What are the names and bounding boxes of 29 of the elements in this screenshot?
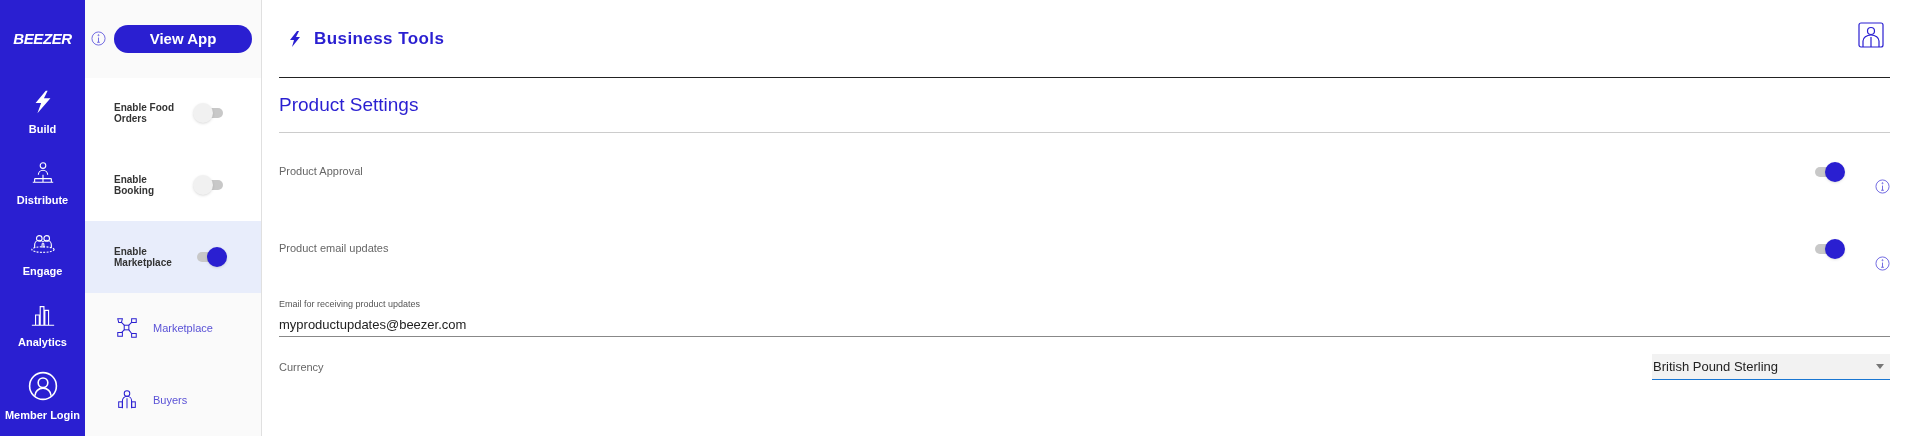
nav-label[interactable]: Build [28,121,57,138]
lightning-icon [289,30,301,47]
nav-label[interactable]: Member Login [4,407,81,424]
panel-row[interactable]: Enable Food Orders [85,77,261,150]
user-icon[interactable] [1858,21,1884,48]
nav-label[interactable]: Engage [22,263,63,280]
nav-label[interactable]: Analytics [18,334,67,351]
toggle-label: Enable Marketplace [114,245,173,268]
setting-label: Product email updates [279,241,390,257]
page-title: Business Tools [314,27,445,50]
panel-row[interactable]: Enable Booking [85,149,261,221]
panel-link[interactable]: Marketplace [153,320,213,337]
panel-row[interactable]: Enable Marketplace [85,221,261,293]
logo: BEEZER [13,28,72,49]
panel-link[interactable]: Buyers [153,391,188,409]
info-icon[interactable] [1875,256,1890,271]
currency-dropdown[interactable]: British Pound Sterling [1652,354,1890,380]
toggle-label: Enable Booking [114,174,155,197]
setting-label: Product Approval [279,164,364,180]
caret-icon [1876,364,1884,369]
info-icon[interactable] [91,31,106,47]
nav-label[interactable]: Distribute [16,192,69,209]
email-field[interactable]: Email for receiving product updates myproductupdates@beezer.com [279,287,1890,337]
toggle-label: Enable Food Orders [114,102,175,125]
network-icon[interactable] [115,316,139,341]
setting-label: Currency [279,359,325,375]
section-title: Product Settings [279,78,1890,133]
view-app-button[interactable]: View App [114,24,252,53]
info-icon[interactable] [1875,179,1890,194]
